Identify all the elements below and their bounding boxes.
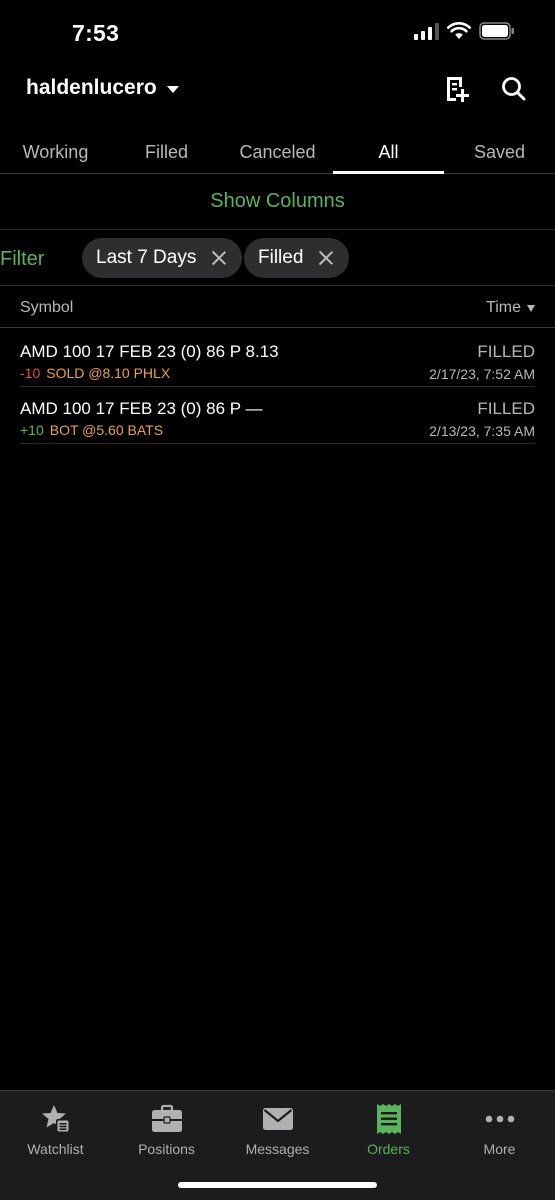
home-indicator[interactable]	[178, 1182, 377, 1188]
order-tabs: Working Filled Canceled All Saved	[0, 128, 555, 174]
close-icon[interactable]	[317, 249, 335, 267]
order-symbol: AMD 100 17 FEB 23 (0) 86 P 8.13	[20, 342, 279, 361]
battery-icon	[479, 22, 514, 40]
nav-label: Watchlist	[27, 1141, 84, 1157]
filter-chip-label: Filled	[258, 247, 304, 268]
order-time: 2/13/23, 7:35 AM	[429, 423, 535, 439]
cellular-signal-icon	[414, 22, 439, 40]
nav-label: More	[483, 1141, 516, 1157]
row-divider	[20, 386, 535, 387]
more-dots-icon	[485, 1115, 514, 1123]
briefcase-icon	[151, 1104, 182, 1132]
order-fill-info: -10 SOLD @8.10 PHLX	[20, 365, 170, 381]
close-icon[interactable]	[210, 249, 228, 267]
order-time: 2/17/23, 7:52 AM	[429, 366, 535, 382]
order-fill-description: SOLD @8.10 PHLX	[46, 365, 171, 381]
nav-label: Orders	[367, 1141, 410, 1157]
column-symbol[interactable]: Symbol	[20, 299, 73, 317]
filter-row: Filter Last 7 Days Filled	[0, 232, 555, 286]
search-icon[interactable]	[499, 74, 529, 104]
order-fill-description: BOT @5.60 BATS	[49, 422, 164, 438]
order-row[interactable]: AMD 100 17 FEB 23 (0) 86 P — +10 BOT @5.6…	[0, 388, 555, 444]
nav-watchlist[interactable]: Watchlist	[0, 1091, 111, 1200]
account-name: haldenlucero	[26, 76, 157, 99]
filter-button[interactable]: Filter	[0, 248, 44, 271]
orders-receipt-icon	[376, 1104, 401, 1134]
column-time-sort[interactable]: Time	[486, 299, 535, 317]
filter-chip-status[interactable]: Filled	[244, 238, 350, 278]
tab-filled[interactable]: Filled	[111, 128, 222, 173]
envelope-icon	[262, 1108, 293, 1130]
sort-descending-icon	[527, 304, 535, 312]
status-time: 7:53	[72, 20, 120, 46]
watchlist-icon	[41, 1105, 70, 1133]
tab-working[interactable]: Working	[0, 128, 111, 173]
column-header: Symbol Time	[0, 288, 555, 328]
column-time-label: Time	[486, 299, 521, 316]
order-status: FILLED	[477, 399, 535, 418]
nav-more[interactable]: More	[444, 1091, 555, 1200]
header: haldenlucero	[0, 66, 555, 114]
account-selector[interactable]: haldenlucero	[26, 76, 179, 100]
new-order-icon[interactable]	[442, 74, 472, 104]
tab-all[interactable]: All	[333, 128, 444, 174]
order-status: FILLED	[477, 342, 535, 361]
filter-chip-label: Last 7 Days	[96, 247, 197, 268]
filter-chip-date[interactable]: Last 7 Days	[82, 238, 243, 278]
wifi-icon	[447, 22, 471, 39]
nav-label: Messages	[245, 1141, 310, 1157]
order-fill-info: +10 BOT @5.60 BATS	[20, 422, 163, 438]
status-bar: 7:53	[0, 0, 555, 66]
order-quantity: +10	[20, 422, 44, 438]
order-symbol: AMD 100 17 FEB 23 (0) 86 P —	[20, 399, 263, 418]
show-columns-button[interactable]: Show Columns	[0, 176, 555, 230]
tab-canceled[interactable]: Canceled	[222, 128, 333, 173]
status-icons	[414, 22, 515, 40]
nav-label: Positions	[138, 1141, 195, 1157]
tab-saved[interactable]: Saved	[444, 128, 555, 173]
row-divider	[20, 443, 535, 444]
order-quantity: -10	[20, 365, 41, 381]
caret-down-icon	[166, 85, 179, 93]
order-row[interactable]: AMD 100 17 FEB 23 (0) 86 P 8.13 -10 SOLD …	[0, 331, 555, 387]
